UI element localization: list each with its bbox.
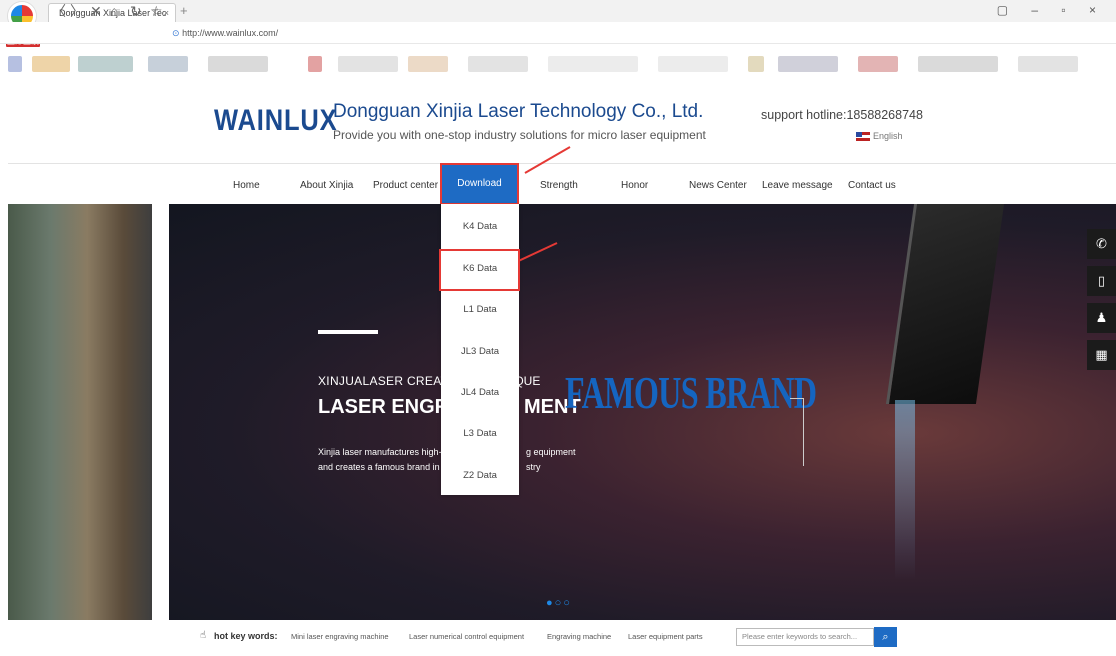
menu-news-center[interactable]: News Center [689,180,747,191]
keyword-link[interactable]: Engraving machine [547,632,611,641]
header-divider [8,163,1116,164]
language-switch[interactable]: English [856,131,903,142]
search-icon[interactable]: ⌕ [874,627,897,647]
search-input[interactable]: Please enter keywords to search... [736,628,874,646]
menu-leave-message[interactable]: Leave message [762,180,833,191]
language-label: English [873,131,903,141]
wainlux-logo[interactable]: WAINLUX [214,104,338,138]
company-name: Dongguan Xinjia Laser Technology Co., Lt… [333,101,704,122]
hot-keywords-label: hot key words: [214,631,278,641]
download-dropdown: K4 Data K6 Data L1 Data JL3 Data JL4 Dat… [441,204,519,495]
qq-icon[interactable]: ♟ [1087,303,1116,333]
forward-button[interactable]: 〉 [70,0,84,22]
mobile-icon[interactable]: ▯ [1087,266,1116,296]
security-icon: ⊙ [172,28,180,38]
favorite-button[interactable]: ☆ [150,0,163,22]
qrcode-icon[interactable]: ▦ [1087,340,1116,370]
keyword-link[interactable]: Laser equipment parts [628,632,703,641]
k6-highlight-box [439,249,520,291]
annotation-arrow-download [524,146,571,174]
banner-subtitle: XINJUALASER CREATE [318,374,457,388]
banner-desc-line1: Xinjia laser manufactures high-q [318,447,447,457]
menu-about[interactable]: About Xinjia [300,180,353,191]
banner-desc-line2: and creates a famous brand in l [318,462,445,472]
banner-desc-line1-right: g equipment [526,447,576,457]
dropdown-item-jl3[interactable]: JL3 Data [441,346,519,357]
stop-button[interactable]: ✕ [90,0,102,22]
slogan: Provide you with one-stop industry solut… [333,128,706,142]
tab-close-icon[interactable]: × [164,4,169,22]
back-button[interactable]: 〈 [52,0,66,22]
menu-product-center[interactable]: Product center [373,180,438,191]
keyword-link[interactable]: Laser numerical control equipment [409,632,524,641]
carousel-dot-labels[interactable]: ●○○ [546,597,572,609]
url-text: http://www.wainlux.com/ [182,28,279,38]
menu-home[interactable]: Home [233,180,260,191]
banner-bracket [790,398,804,466]
menu-contact-us[interactable]: Contact us [848,180,896,191]
keyword-link[interactable]: Mini laser engraving machine [291,632,389,641]
address-bar-row [0,22,1116,44]
dropdown-item-k4[interactable]: K4 Data [441,221,519,232]
download-highlight-box [440,163,519,205]
new-tab-button[interactable]: + [180,3,188,18]
banner-brand: FAMOUS BRAND [565,367,817,418]
toolbar-icons[interactable] [968,25,1108,39]
banner-accent-line [318,330,378,334]
left-side-photo [8,204,152,620]
carousel-dots[interactable]: ●○○ [546,597,572,609]
menu-strength[interactable]: Strength [540,180,578,191]
phone-icon[interactable]: ✆ [1087,229,1116,259]
us-flag-icon [856,132,870,142]
refresh-button[interactable]: ↻ [130,0,142,22]
hot-icon: ☝ [200,630,207,641]
dropdown-item-z2[interactable]: Z2 Data [441,470,519,481]
dropdown-item-l3[interactable]: L3 Data [441,428,519,439]
bookmarks-bar[interactable] [8,56,1078,74]
home-button[interactable]: ⌂ [110,0,118,22]
laser-beam [895,400,915,580]
menu-honor[interactable]: Honor [621,180,648,191]
banner-desc-line2-right: stry [526,462,541,472]
dropdown-item-jl4[interactable]: JL4 Data [441,387,519,398]
url-field[interactable]: ⊙ http://www.wainlux.com/ [172,25,278,41]
support-hotline: support hotline:18588268748 [761,108,923,122]
window-controls[interactable]: ▢ – ▫ × [997,3,1106,17]
dropdown-item-l1[interactable]: L1 Data [441,304,519,315]
